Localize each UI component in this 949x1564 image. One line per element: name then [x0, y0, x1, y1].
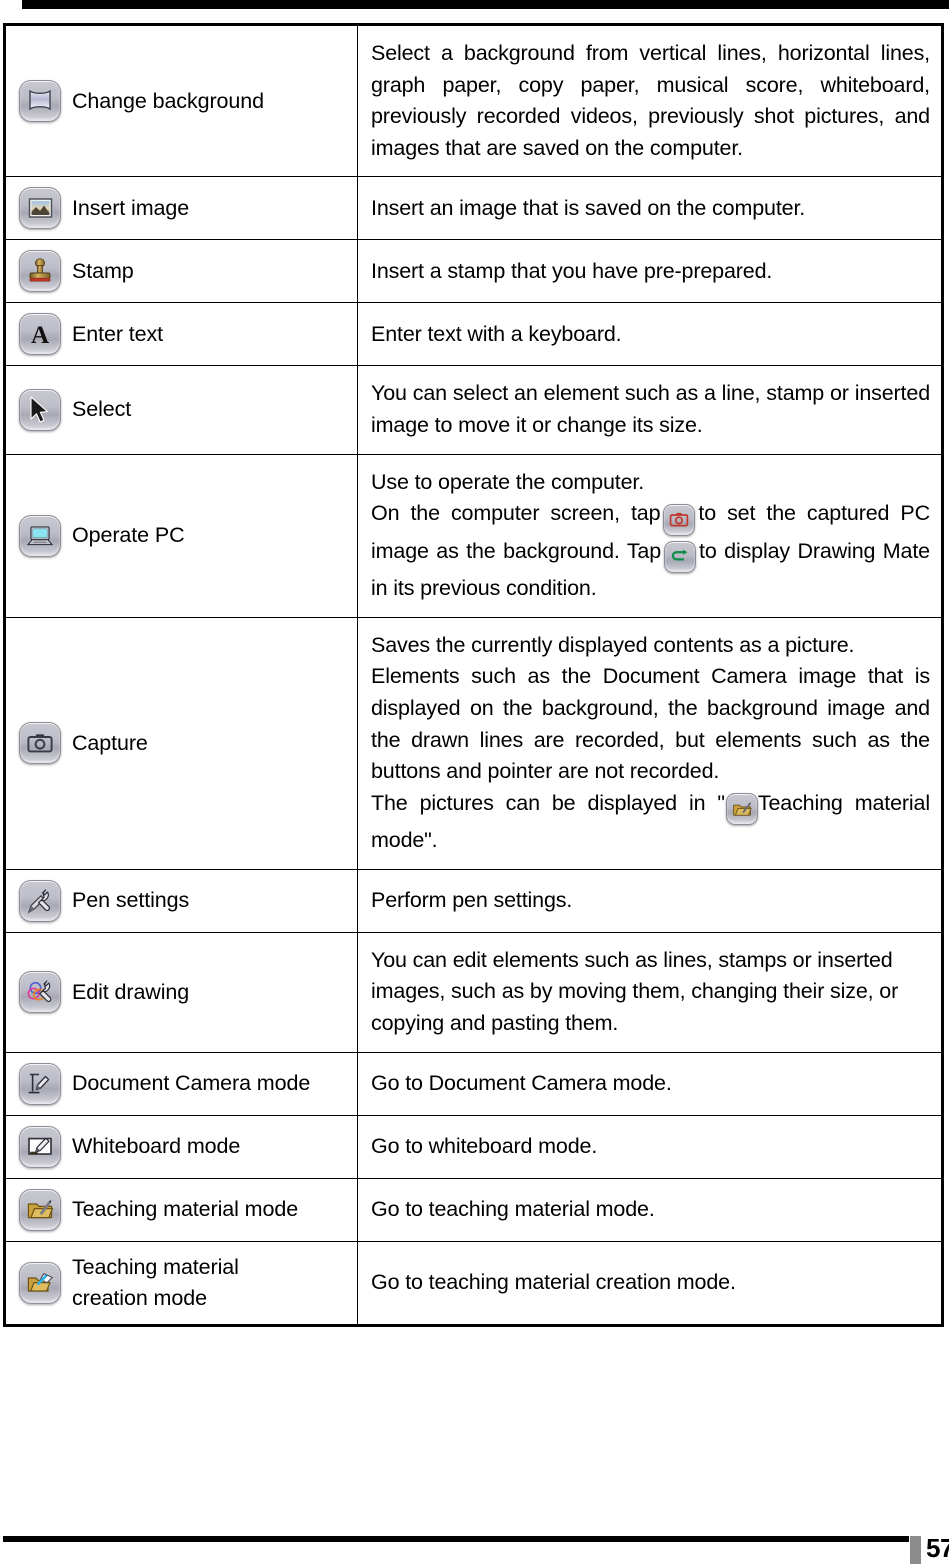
function-cell: A Enter text	[4, 302, 358, 367]
description-text: Select a background from vertical lines,…	[371, 41, 930, 160]
change-background-icon	[19, 80, 61, 123]
description-text: Go to teaching material mode.	[371, 1196, 655, 1221]
select-pointer-icon	[19, 388, 61, 431]
function-label: Teaching material creation mode	[61, 1252, 239, 1314]
function-cell: Pen settings	[4, 868, 358, 933]
page-footer-rule	[3, 1536, 909, 1542]
teaching-material-creation-mode-icon	[19, 1261, 61, 1304]
description-text: You can select an element such as a line…	[371, 381, 930, 437]
function-cell: Document Camera mode	[4, 1051, 358, 1116]
function-cell: Teaching material mode	[4, 1177, 358, 1242]
function-cell: Insert image	[4, 176, 358, 241]
description-cell: Go to teaching material creation mode.	[357, 1240, 943, 1326]
table-row: Operate PC Use to operate the computer. …	[4, 453, 943, 618]
function-label: Select	[72, 397, 132, 422]
description-cell: Use to operate the computer. On the comp…	[357, 453, 943, 618]
description-text: Go to whiteboard mode.	[371, 1133, 598, 1158]
description-cell: You can edit elements such as lines, sta…	[357, 931, 943, 1053]
description-cell: Go to Document Camera mode.	[357, 1051, 943, 1116]
desc-fragment: The pictures can be displayed in "	[371, 790, 725, 815]
return-arrow-icon	[664, 541, 697, 574]
function-label: Change background	[72, 88, 264, 113]
description-text: Insert a stamp that you have pre-prepare…	[371, 258, 773, 283]
whiteboard-mode-icon	[19, 1125, 61, 1168]
description-cell: Insert a stamp that you have pre-prepare…	[357, 239, 943, 304]
table-row: Pen settings Perform pen settings.	[4, 868, 943, 933]
teaching-material-mode-icon	[725, 793, 758, 826]
function-cell: Whiteboard mode	[4, 1114, 358, 1179]
description-cell: Go to whiteboard mode.	[357, 1114, 943, 1179]
table-row: Insert image Insert an image that is sav…	[4, 176, 943, 241]
stamp-icon	[19, 250, 61, 293]
description-text: The pictures can be displayed in " Teachi…	[371, 788, 930, 857]
page-header-rule	[22, 0, 949, 9]
table-row: Teaching material mode Go to teaching ma…	[4, 1177, 943, 1242]
function-label: Document Camera mode	[72, 1071, 311, 1095]
description-text: Go to Document Camera mode.	[371, 1070, 672, 1095]
description-cell: Go to teaching material mode.	[357, 1177, 943, 1242]
description-text: Elements such as the Document Camera ima…	[371, 664, 930, 784]
function-label-line1: Teaching material	[72, 1254, 239, 1279]
function-cell: Select	[4, 365, 358, 455]
function-label: Edit drawing	[72, 979, 190, 1004]
description-text: Go to teaching material creation mode.	[371, 1269, 736, 1294]
table-row: Edit drawing You can edit elements such …	[4, 931, 943, 1053]
table-row: Capture Saves the currently displayed co…	[4, 616, 943, 870]
function-label: Capture	[72, 730, 148, 755]
table-row: Change background Select a background fr…	[4, 23, 943, 178]
page-number: 57	[926, 1533, 949, 1563]
description-cell: Saves the currently displayed contents a…	[357, 616, 943, 870]
function-cell: Edit drawing	[4, 931, 358, 1053]
table-row: Select You can select an element such as…	[4, 365, 943, 455]
function-cell: Stamp	[4, 239, 358, 304]
teaching-material-mode-icon	[19, 1188, 61, 1231]
description-cell: Enter text with a keyboard.	[357, 302, 943, 367]
table-row: Stamp Insert a stamp that you have pre-p…	[4, 239, 943, 304]
table-row: Whiteboard mode Go to whiteboard mode.	[4, 1114, 943, 1179]
function-label-line2: creation mode	[72, 1285, 207, 1310]
function-label: Stamp	[72, 258, 134, 283]
operate-pc-icon	[19, 514, 61, 557]
pen-settings-icon	[19, 879, 61, 922]
description-text: Use to operate the computer.	[371, 469, 645, 494]
enter-text-icon: A	[19, 313, 61, 356]
description-text: Insert an image that is saved on the com…	[371, 195, 806, 220]
function-label: Operate PC	[72, 523, 185, 548]
capture-icon	[19, 722, 61, 765]
function-reference-table: Change background Select a background fr…	[3, 23, 944, 1327]
function-label: Whiteboard mode	[72, 1134, 241, 1158]
edit-drawing-icon	[19, 971, 61, 1014]
description-text: Saves the currently displayed contents a…	[371, 632, 855, 657]
table-row: Document Camera mode Go to Document Came…	[4, 1051, 943, 1116]
document-camera-mode-icon	[19, 1062, 61, 1105]
description-text: On the computer screen, tap to set the ca…	[371, 498, 930, 605]
svg-text:A: A	[31, 322, 49, 348]
table-row: Teaching material creation mode Go to te…	[4, 1240, 943, 1326]
description-text: You can edit elements such as lines, sta…	[371, 947, 899, 1035]
table-row: A Enter text Enter text with a keyboard.	[4, 302, 943, 367]
description-text: Enter text with a keyboard.	[371, 321, 622, 346]
function-cell: Teaching material creation mode	[4, 1240, 358, 1326]
page-number-tab	[910, 1536, 921, 1564]
description-text: Perform pen settings.	[371, 888, 573, 913]
function-cell: Capture	[4, 616, 358, 870]
description-cell: Select a background from vertical lines,…	[357, 23, 943, 178]
function-label: Pen settings	[72, 888, 190, 913]
insert-image-icon	[19, 187, 61, 230]
function-label: Enter text	[72, 321, 164, 346]
function-label: Teaching material mode	[72, 1197, 299, 1221]
function-cell: Change background	[4, 23, 358, 178]
desc-fragment: On the computer screen, tap	[371, 501, 661, 526]
description-cell: Perform pen settings.	[357, 868, 943, 933]
description-cell: You can select an element such as a line…	[357, 365, 943, 455]
capture-camera-icon	[663, 503, 696, 536]
description-cell: Insert an image that is saved on the com…	[357, 176, 943, 241]
function-label: Insert image	[72, 195, 190, 220]
function-cell: Operate PC	[4, 453, 358, 618]
